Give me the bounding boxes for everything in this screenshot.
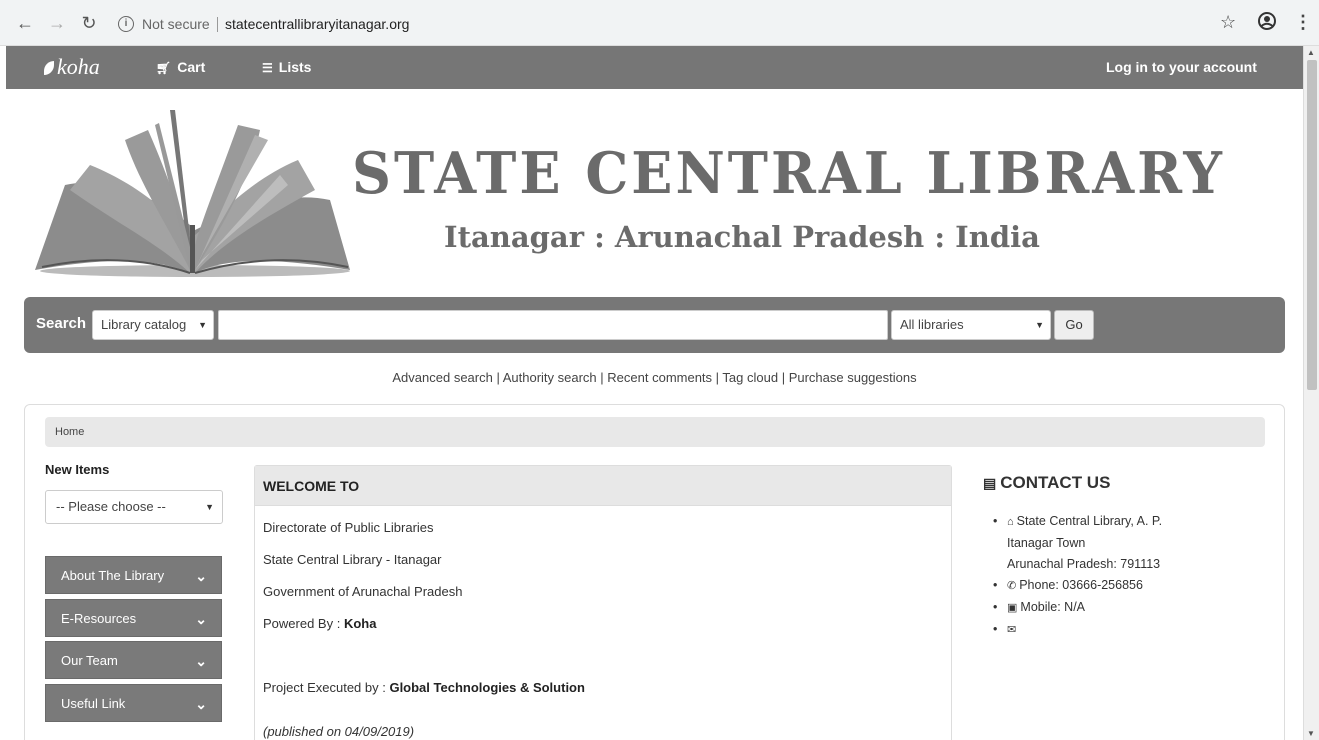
- phone-text: Phone: 03666-256856: [1019, 578, 1143, 592]
- new-items-select[interactable]: -- Please choose -- ▼: [45, 490, 223, 524]
- divider: [217, 17, 218, 32]
- breadcrumb-home-link[interactable]: Home: [55, 426, 84, 438]
- search-scope-value: Library catalog: [101, 317, 187, 332]
- welcome-line: Government of Arunachal Pradesh: [263, 584, 463, 599]
- menu-kebab-icon[interactable]: ⋮: [1294, 12, 1312, 33]
- breadcrumb: Home: [45, 417, 1265, 447]
- chevron-down-icon: ⌄: [195, 696, 207, 712]
- koha-logo[interactable]: koha: [44, 54, 100, 80]
- cart-label: Cart: [177, 59, 206, 75]
- reload-icon[interactable]: ↻: [78, 12, 100, 34]
- info-icon[interactable]: i: [118, 16, 134, 32]
- book-icon: ▤: [983, 475, 997, 491]
- search-input[interactable]: [218, 310, 888, 340]
- address-line: Arunachal Pradesh: 791113: [1007, 557, 1161, 571]
- main-panel: Home New Items -- Please choose -- ▼ Abo…: [24, 404, 1285, 740]
- scroll-up-icon[interactable]: ▲: [1307, 48, 1315, 57]
- contact-title-text: CONTACT US: [1000, 473, 1111, 492]
- scrollbar[interactable]: ▲ ▼: [1303, 46, 1319, 740]
- mobile-icon: ▣: [1007, 602, 1018, 614]
- koha-navbar: koha 🛒︎ Cart ☰ Lists Log in to your accoun…: [6, 46, 1303, 89]
- home-icon: ⌂: [1007, 516, 1014, 528]
- star-icon[interactable]: ☆: [1220, 12, 1236, 33]
- sidebar-item-label: Useful Link: [61, 696, 126, 711]
- welcome-box: WELCOME TO Directorate of Public Librari…: [254, 465, 952, 740]
- project-executed: Project Executed by : Global Technologie…: [263, 680, 585, 695]
- sidebar-item-label: Our Team: [61, 653, 118, 668]
- browser-toolbar: ← → ↻ i Not secure statecentrallibraryit…: [0, 0, 1319, 46]
- scroll-thumb[interactable]: [1307, 60, 1317, 390]
- contact-title: ▤ CONTACT US: [983, 473, 1110, 493]
- chevron-down-icon: ▼: [198, 320, 207, 330]
- list-icon: ☰: [262, 61, 273, 75]
- chevron-down-icon: ▼: [205, 502, 214, 512]
- back-arrow-icon[interactable]: ←: [14, 12, 36, 34]
- library-title: STATE CENTRAL LIBRARY: [352, 139, 1225, 207]
- contact-phone: ✆Phone: 03666-256856: [993, 575, 1233, 597]
- forward-arrow-icon[interactable]: →: [46, 12, 68, 34]
- url-text[interactable]: statecentrallibraryitanagar.org: [225, 8, 409, 40]
- envelope-icon[interactable]: ✉: [1007, 624, 1016, 636]
- contact-list: ⌂State Central Library, A. P. Itanagar To…: [993, 511, 1233, 641]
- welcome-line: State Central Library - Itanagar: [263, 552, 442, 567]
- address-line: State Central Library, A. P.: [1016, 514, 1163, 528]
- purchase-suggestions-link[interactable]: Purchase suggestions: [789, 370, 917, 385]
- new-items-label: New Items: [45, 462, 110, 477]
- chevron-down-icon: ⌄: [195, 653, 207, 669]
- sidebar-item-our-team[interactable]: Our Team ⌄: [45, 641, 222, 679]
- welcome-heading: WELCOME TO: [255, 466, 951, 506]
- cart-link[interactable]: 🛒︎ Cart: [156, 59, 205, 75]
- scroll-down-icon[interactable]: ▼: [1307, 729, 1315, 738]
- branch-value: All libraries: [900, 317, 964, 332]
- library-banner: STATE CENTRAL LIBRARY Itanagar : Arunach…: [30, 105, 1280, 285]
- login-link[interactable]: Log in to your account: [1106, 59, 1257, 75]
- search-scope-select[interactable]: Library catalog ▼: [92, 310, 214, 340]
- koha-logo-text: koha: [57, 54, 100, 79]
- new-items-value: -- Please choose --: [56, 499, 166, 514]
- project-value: Global Technologies & Solution: [389, 680, 585, 695]
- tag-cloud-link[interactable]: Tag cloud: [722, 370, 778, 385]
- phone-icon: ✆: [1007, 580, 1017, 592]
- recent-comments-link[interactable]: Recent comments: [607, 370, 712, 385]
- contact-mobile: ▣Mobile: N/A: [993, 597, 1233, 619]
- address-line: Itanagar Town: [1007, 536, 1086, 550]
- sidebar-item-eresources[interactable]: E-Resources ⌄: [45, 599, 222, 637]
- sidebar-item-useful-link[interactable]: Useful Link ⌄: [45, 684, 222, 722]
- lists-link[interactable]: ☰ Lists: [262, 59, 311, 75]
- published-date: (published on 04/09/2019): [263, 724, 415, 739]
- powered-by-label: Powered By :: [263, 616, 344, 631]
- cart-icon: 🛒︎: [156, 61, 172, 75]
- contact-address: ⌂State Central Library, A. P. Itanagar To…: [993, 511, 1233, 575]
- go-button[interactable]: Go: [1054, 310, 1094, 340]
- search-bar: Search Library catalog ▼ All libraries ▼…: [24, 297, 1285, 353]
- library-subtitle: Itanagar : Arunachal Pradesh : India: [444, 220, 1040, 254]
- chevron-down-icon: ▼: [1035, 320, 1044, 330]
- welcome-line: Directorate of Public Libraries: [263, 520, 434, 535]
- open-book-image: [35, 110, 350, 277]
- sidebar-item-label: E-Resources: [61, 611, 137, 626]
- project-label: Project Executed by :: [263, 680, 390, 695]
- branch-select[interactable]: All libraries ▼: [891, 310, 1051, 340]
- sidebar-item-label: About The Library: [61, 568, 165, 583]
- lists-label: Lists: [278, 59, 312, 75]
- powered-by-value: Koha: [343, 616, 377, 631]
- powered-by: Powered By : Koha: [263, 616, 376, 631]
- chevron-down-icon: ⌄: [195, 568, 207, 584]
- security-status[interactable]: Not secure: [142, 8, 210, 40]
- advanced-search-link[interactable]: Advanced search: [392, 370, 492, 385]
- authority-search-link[interactable]: Authority search: [503, 370, 597, 385]
- sidebar-item-about[interactable]: About The Library ⌄: [45, 556, 222, 594]
- koha-leaf-icon: [44, 61, 54, 75]
- search-label: Search: [36, 315, 87, 332]
- contact-email: ✉: [993, 619, 1233, 641]
- account-icon[interactable]: [1258, 12, 1276, 35]
- chevron-down-icon: ⌄: [195, 611, 207, 627]
- address-bar[interactable]: i Not secure statecentrallibraryitanagar…: [110, 8, 1250, 40]
- mobile-text: Mobile: N/A: [1020, 600, 1086, 614]
- more-searches: Advanced search | Authority search | Rec…: [392, 370, 917, 385]
